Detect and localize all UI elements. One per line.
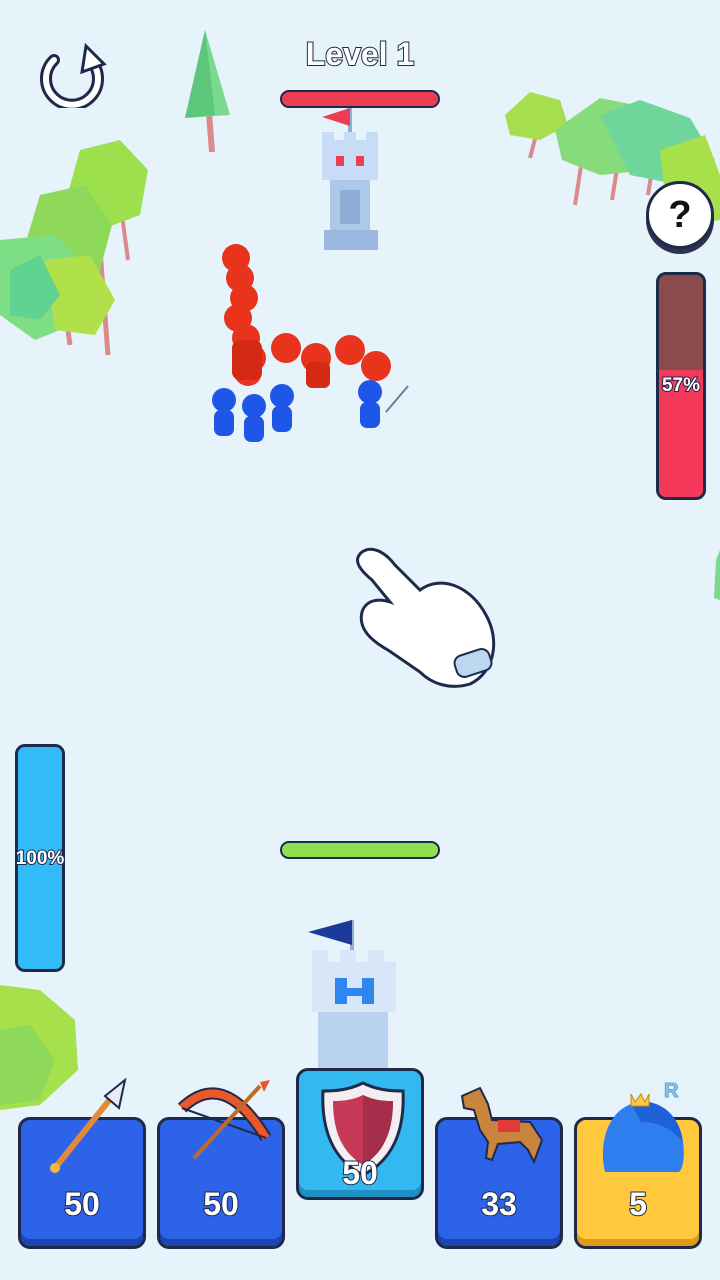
bow-icon <box>177 1080 272 1160</box>
shield-unit-card[interactable]: 50 <box>296 1068 424 1200</box>
player-tower-health-bar <box>280 841 440 859</box>
player-energy-label: 100% <box>15 847 66 870</box>
pine-tree <box>185 30 230 153</box>
enemy-energy-label: 57% <box>661 374 701 397</box>
level-title: Level 1 <box>305 35 416 73</box>
help-button[interactable]: ? <box>646 181 714 249</box>
giant-unit-card[interactable]: 5 <box>574 1093 702 1249</box>
horse-icon <box>460 1086 544 1165</box>
giant-count: 5 <box>628 1185 648 1223</box>
bow-unit-card[interactable]: 50 <box>157 1080 285 1249</box>
enemy-tower <box>322 108 378 250</box>
shield-count: 50 <box>341 1154 379 1192</box>
horse-unit-card[interactable]: 33 <box>435 1086 563 1249</box>
restart-icon <box>40 42 107 111</box>
bow-count: 50 <box>202 1185 240 1223</box>
player-units <box>212 380 409 442</box>
restart-button[interactable] <box>34 40 108 111</box>
spear-count: 50 <box>63 1185 101 1223</box>
pointing-hand-icon <box>356 547 496 688</box>
spear-unit-card[interactable]: 50 <box>18 1078 146 1249</box>
player-tower <box>308 920 396 1072</box>
game-stage[interactable]: Level 1 ? 57% 100% 50 50 50 33 5 R <box>0 0 720 1280</box>
horse-count: 33 <box>480 1185 518 1223</box>
enemy-units <box>222 244 391 388</box>
tree-cluster-left <box>0 140 148 356</box>
rank-badge: R <box>663 1080 679 1103</box>
spear-icon <box>50 1078 127 1173</box>
help-label: ? <box>668 194 692 236</box>
enemy-tower-health-bar <box>280 90 440 108</box>
